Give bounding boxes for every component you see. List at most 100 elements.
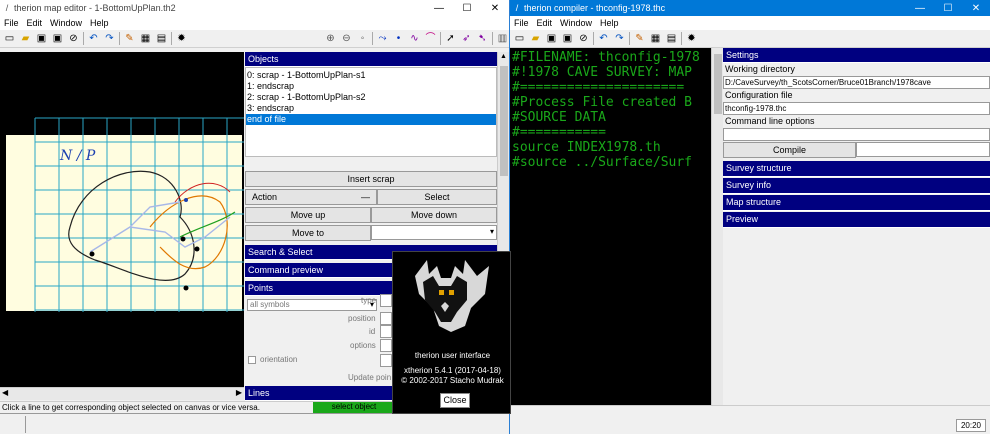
scroll-left-icon[interactable]: ◀ bbox=[2, 388, 8, 397]
scrollbar-thumb[interactable] bbox=[500, 66, 508, 176]
edit-pencil-icon[interactable]: ✎ bbox=[123, 32, 136, 45]
zoom-out-icon[interactable]: ⊖ bbox=[340, 32, 353, 45]
maximize-icon[interactable]: ☐ bbox=[453, 0, 481, 16]
list-item[interactable]: 0: scrap - 1-BottomUpPlan-s1 bbox=[246, 70, 496, 81]
insert-area-icon[interactable]: ∿ bbox=[408, 32, 421, 45]
undo-icon[interactable]: ↶ bbox=[597, 32, 610, 45]
list-item[interactable]: 1: endscrap bbox=[246, 81, 496, 92]
code-editor[interactable]: #FILENAME: thconfig-1978 #!1978 CAVE SUR… bbox=[510, 48, 711, 405]
redo-icon[interactable]: ↷ bbox=[613, 32, 626, 45]
about-line1: therion user interface bbox=[414, 351, 491, 360]
compiler-titlebar[interactable]: / therion compiler - thconfig-1978.thc —… bbox=[510, 0, 990, 16]
list-item[interactable]: 3: endscrap bbox=[246, 103, 496, 114]
options-label: options bbox=[350, 341, 376, 350]
select-point-icon[interactable]: ➶ bbox=[460, 32, 473, 45]
close-button[interactable]: Close bbox=[440, 393, 470, 408]
menu-file[interactable]: File bbox=[514, 18, 529, 28]
insert-point-icon[interactable]: • bbox=[392, 32, 405, 45]
delete-bin-icon[interactable]: ▥ bbox=[496, 32, 509, 45]
survey-structure-header[interactable]: Survey structure bbox=[723, 161, 990, 177]
close-file-icon[interactable]: ⊘ bbox=[67, 32, 80, 45]
orientation-checkbox[interactable] bbox=[248, 356, 256, 364]
configuration-file-field[interactable]: thconfig-1978.thc bbox=[723, 102, 990, 115]
menu-edit[interactable]: Edit bbox=[537, 18, 553, 28]
save-all-icon[interactable]: ▣ bbox=[51, 32, 64, 45]
command-line-field[interactable] bbox=[723, 128, 990, 141]
canvas-scrollbar[interactable]: ◀ ▶ bbox=[0, 387, 244, 400]
bat-logo bbox=[415, 260, 489, 332]
action-button[interactable]: Action — bbox=[245, 189, 377, 205]
compile-button[interactable]: Compile bbox=[723, 142, 856, 158]
frame-icon[interactable]: ▤ bbox=[155, 32, 168, 45]
scroll-right-icon[interactable]: ▶ bbox=[236, 388, 242, 397]
undo-icon[interactable]: ↶ bbox=[87, 32, 100, 45]
insert-scrap-button[interactable]: Insert scrap bbox=[245, 171, 497, 187]
redo-icon[interactable]: ↷ bbox=[103, 32, 116, 45]
edit-pencil-icon[interactable]: ✎ bbox=[633, 32, 646, 45]
select-button[interactable]: Select bbox=[377, 189, 497, 205]
open-folder-icon[interactable]: ▰ bbox=[529, 32, 542, 45]
settings-header[interactable]: Settings bbox=[723, 48, 990, 63]
menu-help[interactable]: Help bbox=[600, 18, 619, 28]
move-to-select[interactable]: ▾ bbox=[371, 225, 497, 240]
insert-curve-icon[interactable]: ⌒ bbox=[424, 32, 437, 45]
position-field[interactable] bbox=[380, 312, 392, 325]
open-folder-icon[interactable]: ▰ bbox=[19, 32, 32, 45]
list-item[interactable]: 2: scrap - 1-BottomUpPlan-s2 bbox=[246, 92, 496, 103]
fit-icon[interactable]: ◦ bbox=[356, 32, 369, 45]
select-line-icon[interactable]: ➷ bbox=[476, 32, 489, 45]
minimize-icon[interactable]: — bbox=[906, 0, 934, 16]
save-icon[interactable]: ▣ bbox=[545, 32, 558, 45]
options-field[interactable] bbox=[380, 339, 392, 352]
map-editor-titlebar[interactable]: / therion map editor - 1-BottomUpPlan.th… bbox=[0, 0, 509, 16]
move-down-button[interactable]: Move down bbox=[371, 207, 497, 223]
type-field[interactable] bbox=[380, 294, 392, 307]
menu-window[interactable]: Window bbox=[560, 18, 592, 28]
drawing-canvas[interactable]: N / P bbox=[0, 52, 244, 387]
settings-gear-icon[interactable]: ✹ bbox=[175, 32, 188, 45]
close-icon[interactable]: ✕ bbox=[481, 0, 509, 16]
image-icon[interactable]: ▦ bbox=[649, 32, 662, 45]
orientation-field[interactable] bbox=[380, 354, 392, 367]
station-point[interactable] bbox=[184, 198, 188, 202]
new-file-icon[interactable]: ▭ bbox=[3, 32, 16, 45]
scrollbar-thumb[interactable] bbox=[714, 54, 722, 114]
menu-help[interactable]: Help bbox=[90, 18, 109, 28]
menu-edit[interactable]: Edit bbox=[27, 18, 43, 28]
background-image bbox=[6, 135, 242, 311]
move-up-button[interactable]: Move up bbox=[245, 207, 371, 223]
zoom-in-icon[interactable]: ⊕ bbox=[324, 32, 337, 45]
move-to-button[interactable]: Move to bbox=[245, 225, 371, 241]
close-file-icon[interactable]: ⊘ bbox=[577, 32, 590, 45]
new-file-icon[interactable]: ▭ bbox=[513, 32, 526, 45]
map-structure-header[interactable]: Map structure bbox=[723, 195, 990, 211]
save-icon[interactable]: ▣ bbox=[35, 32, 48, 45]
objects-list[interactable]: 0: scrap - 1-BottomUpPlan-s1 1: endscrap… bbox=[245, 67, 497, 157]
settings-gear-icon[interactable]: ✹ bbox=[685, 32, 698, 45]
minimize-icon[interactable]: — bbox=[425, 0, 453, 16]
maximize-icon[interactable]: ☐ bbox=[934, 0, 962, 16]
select-arrow-icon[interactable]: ➚ bbox=[444, 32, 457, 45]
survey-info-header[interactable]: Survey info bbox=[723, 178, 990, 194]
symbols-select[interactable]: all symbols ▾ bbox=[247, 299, 377, 311]
station-point[interactable] bbox=[194, 246, 200, 252]
station-point[interactable] bbox=[89, 251, 95, 257]
scroll-up-icon[interactable]: ▲ bbox=[500, 53, 507, 60]
station-point[interactable] bbox=[183, 285, 189, 291]
editor-scrollbar[interactable] bbox=[711, 48, 723, 405]
image-icon[interactable]: ▦ bbox=[139, 32, 152, 45]
menu-file[interactable]: File bbox=[4, 18, 19, 28]
close-icon[interactable]: ✕ bbox=[962, 0, 990, 16]
working-directory-field[interactable]: D:/CaveSurvey/th_ScotsCorner/Bruce01Bran… bbox=[723, 76, 990, 89]
preview-header[interactable]: Preview bbox=[723, 212, 990, 228]
update-point-button[interactable]: Update poin bbox=[348, 373, 391, 382]
insert-line-icon[interactable]: ⤳ bbox=[376, 32, 389, 45]
menu-window[interactable]: Window bbox=[50, 18, 82, 28]
configuration-file-label: Configuration file bbox=[725, 90, 793, 100]
list-item-selected[interactable]: end of file bbox=[246, 114, 496, 125]
save-all-icon[interactable]: ▣ bbox=[561, 32, 574, 45]
station-point[interactable] bbox=[180, 236, 186, 242]
id-field[interactable] bbox=[380, 325, 392, 338]
frame-icon[interactable]: ▤ bbox=[665, 32, 678, 45]
objects-header[interactable]: Objects bbox=[245, 52, 497, 67]
